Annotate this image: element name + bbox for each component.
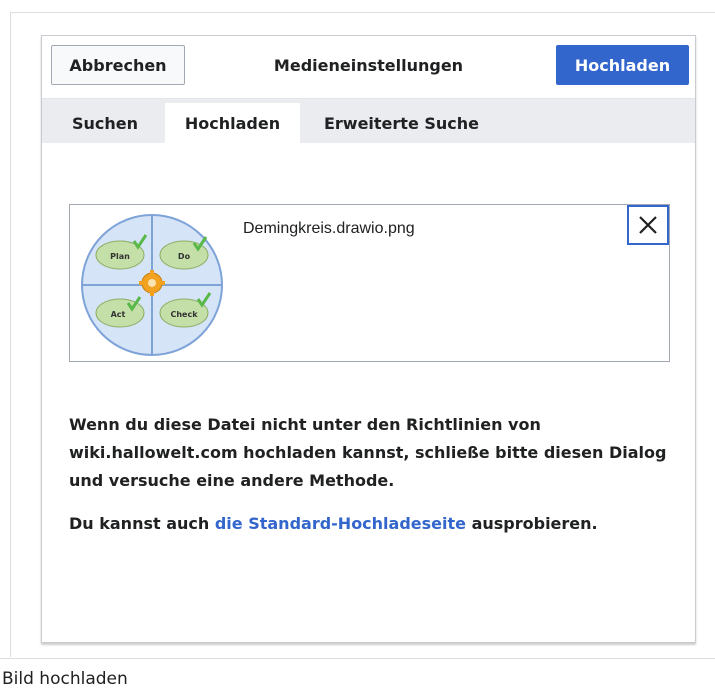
act-label: Act: [111, 310, 126, 319]
dialog-header: Abbrechen Medieneinstellungen Hochladen: [42, 36, 695, 99]
tab-upload[interactable]: Hochladen: [165, 103, 300, 143]
tab-bar: Suchen Hochladen Erweiterte Suche: [42, 99, 695, 143]
file-name: Demingkreis.drawio.png: [243, 220, 415, 237]
upload-policy-message: Wenn du diese Datei nicht unter den Rich…: [69, 415, 667, 490]
tab-advanced-search[interactable]: Erweiterte Suche: [314, 103, 489, 143]
alt-message-prefix: Du kannst auch: [69, 514, 215, 533]
tab-search[interactable]: Suchen: [56, 103, 154, 143]
standard-upload-page-link[interactable]: die Standard-Hochladeseite: [215, 514, 466, 533]
caption-text: Bild hochladen: [2, 669, 128, 689]
media-settings-dialog: Abbrechen Medieneinstellungen Hochladen …: [41, 35, 696, 643]
cancel-button[interactable]: Abbrechen: [51, 45, 185, 85]
remove-file-button[interactable]: [627, 205, 669, 245]
do-label: Do: [178, 252, 191, 261]
alt-message-suffix: ausprobieren.: [466, 514, 598, 533]
check-label: Check: [170, 310, 198, 319]
close-icon: [639, 216, 657, 234]
upload-button[interactable]: Hochladen: [556, 45, 689, 85]
file-thumbnail: Plan Do Act Check: [81, 214, 223, 356]
dialog-title: Medieneinstellungen: [273, 55, 464, 75]
image-caption: Bild hochladen: [0, 658, 715, 698]
file-card: Plan Do Act Check Demingkreis.drawio.png: [69, 204, 670, 362]
plan-label: Plan: [110, 252, 130, 261]
alternative-upload-message: Du kannst auch die Standard-Hochladeseit…: [69, 510, 669, 538]
